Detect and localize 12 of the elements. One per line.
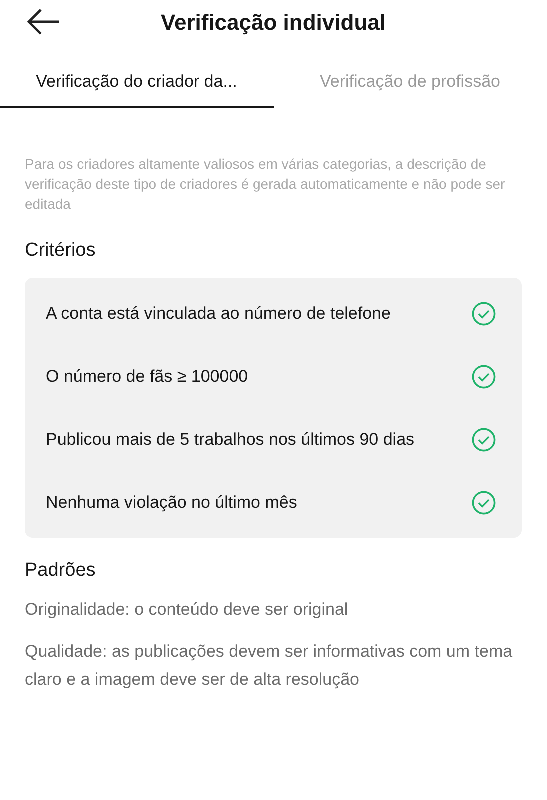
- section-heading: Critérios: [25, 240, 97, 262]
- standard-text: Qualidade: as publicações devem ser informativas com um tema claro e a imagem deve ser de alta resolução: [25, 641, 514, 691]
- description-text: Para os criadores altamente valiosos em várias categorias, a descrição de verificação deste tipo de criadores é gerada automaticamente e não pode ser editada: [25, 155, 506, 214]
- section-heading: Padrões: [25, 560, 97, 582]
- page-title: Verificação individual: [161, 10, 386, 36]
- criterion-text: O número de fãs ≥ 100000: [46, 366, 248, 388]
- criterion-text: Publicou mais de 5 trabalhos nos últimos 90 dias: [46, 429, 415, 451]
- criterion-text: Nenhuma violação no último mês: [46, 492, 298, 514]
- criterion-text: A conta está vinculada ao número de telefone: [46, 303, 391, 325]
- back-arrow-icon[interactable]: [26, 8, 60, 36]
- standard-text: Originalidade: o conteúdo deve ser original: [25, 599, 350, 621]
- tab[interactable]: Verificação do criador da...: [0, 60, 274, 108]
